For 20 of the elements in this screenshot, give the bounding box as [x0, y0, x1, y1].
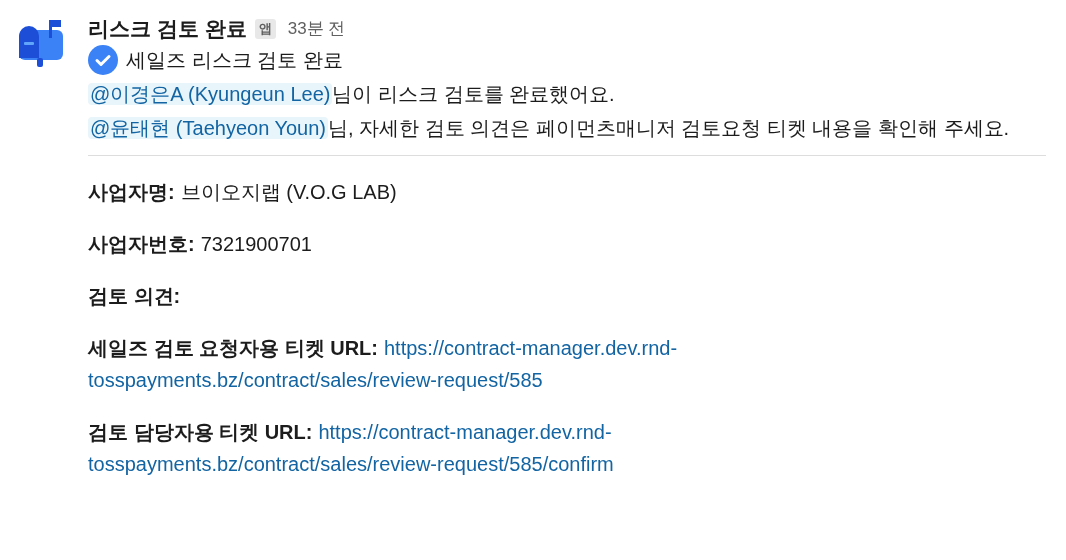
- field-value: 7321900701: [200, 232, 312, 257]
- url-link[interactable]: tosspayments.bz/contract/sales/review-request/585/confirm: [88, 448, 614, 480]
- field-label: 세일즈 검토 요청자용 티켓 URL:: [88, 336, 378, 361]
- field-label: 사업자번호:: [88, 232, 195, 257]
- message-text: @이경은A (Kyungeun Lee)님이 리스크 검토를 완료했어요.: [88, 82, 616, 107]
- url-link[interactable]: tosspayments.bz/contract/sales/review-request/585: [88, 364, 543, 396]
- field-value: 브이오지랩 (V.O.G LAB): [180, 180, 397, 205]
- message-text: @윤태현 (Taehyeon Youn)님, 자세한 검토 의견은 페이먼츠매니저 검토요청 티켓 내용을 확인해 주세요.: [88, 116, 1011, 141]
- app-badge: 앱: [254, 19, 276, 39]
- mention-link[interactable]: @이경은A (Kyungeun Lee): [88, 83, 333, 105]
- url-link[interactable]: https://contract-manager.dev.rnd-: [384, 332, 678, 364]
- mention-link[interactable]: @윤태현 (Taehyeon Youn): [88, 117, 328, 139]
- field-label: 사업자명:: [88, 180, 175, 205]
- sender-name[interactable]: 리스크 검토 완료: [88, 13, 247, 45]
- timestamp[interactable]: 33분 전: [287, 13, 346, 45]
- check-circle-icon: [88, 45, 118, 75]
- url-link[interactable]: https://contract-manager.dev.rnd-: [318, 416, 612, 448]
- field-label: 검토 의견:: [88, 284, 181, 309]
- field-label: 검토 담당자용 티켓 URL:: [88, 420, 313, 445]
- status-text: 세일즈 리스크 검토 완료: [126, 48, 343, 73]
